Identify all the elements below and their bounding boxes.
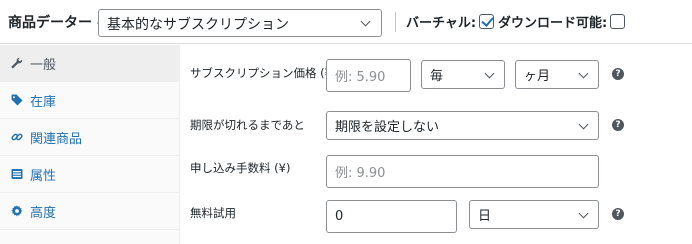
tab-attributes-label: 属性 (30, 168, 57, 184)
general-panel: サブスクリプション価格 (¥) 例: 5.90 毎 ヶ月 ? 期限が切れるまであ… (181, 45, 692, 244)
billing-interval-select[interactable]: 毎 (421, 60, 505, 89)
product-data-title: 商品データー — (8, 15, 111, 31)
product-data-tabs: 一般 在庫 関連商品 属性 高度 (0, 45, 180, 244)
tab-linked-products-label: 関連商品 (30, 131, 83, 147)
tab-attributes[interactable]: 属性 (0, 156, 180, 193)
product-data-header: 商品データー — 基本的なサブスクリプション バーチャル: ダウンロード可能: (0, 0, 692, 44)
free-trial-period-value: 日 (478, 209, 492, 224)
chevron-down-icon (360, 16, 371, 27)
list-icon (10, 167, 24, 181)
chevron-down-icon (578, 68, 589, 79)
expire-select[interactable]: 期限を設定しない (326, 111, 599, 140)
downloadable-option[interactable]: ダウンロード可能: (498, 12, 626, 31)
billing-interval-value: 毎 (430, 69, 444, 84)
virtual-checkbox[interactable] (479, 14, 495, 29)
help-icon[interactable]: ? (612, 208, 624, 220)
virtual-option[interactable]: バーチャル: (406, 12, 495, 31)
product-type-select[interactable]: 基本的なサブスクリプション (98, 9, 382, 37)
tab-general[interactable]: 一般 (0, 45, 180, 82)
free-trial-length-input[interactable]: 0 (326, 200, 457, 233)
help-icon[interactable]: ? (612, 68, 624, 80)
chevron-down-icon (578, 119, 589, 130)
gear-icon (10, 204, 24, 218)
tab-advanced[interactable]: 高度 (0, 193, 180, 230)
help-icon[interactable]: ? (612, 119, 624, 131)
header-divider (395, 12, 396, 32)
tab-general-label: 一般 (30, 57, 57, 73)
tab-advanced-label: 高度 (30, 205, 57, 221)
subscription-price-placeholder: 例: 5.90 (335, 70, 386, 85)
chevron-down-icon (578, 208, 589, 219)
expire-value: 期限を設定しない (335, 120, 440, 135)
free-trial-length-value: 0 (335, 209, 344, 224)
signup-fee-placeholder: 例: 9.90 (335, 166, 386, 181)
subscription-price-input[interactable]: 例: 5.90 (326, 59, 411, 92)
downloadable-label: ダウンロード可能: (498, 16, 608, 31)
tab-partial (0, 230, 180, 244)
billing-period-select[interactable]: ヶ月 (515, 60, 599, 89)
tab-linked-products[interactable]: 関連商品 (0, 119, 180, 156)
signup-fee-label: 申し込み手数料 (¥) (190, 161, 291, 175)
tab-inventory[interactable]: 在庫 (0, 82, 180, 119)
chevron-down-icon (484, 68, 495, 79)
free-trial-label: 無料試用 (190, 206, 236, 220)
virtual-label: バーチャル: (406, 16, 477, 31)
tab-inventory-label: 在庫 (30, 94, 57, 110)
signup-fee-input[interactable]: 例: 9.90 (326, 155, 599, 188)
downloadable-checkbox[interactable] (610, 14, 626, 29)
billing-period-value: ヶ月 (524, 69, 551, 84)
product-type-value: 基本的なサブスクリプション (107, 17, 289, 33)
free-trial-period-select[interactable]: 日 (469, 200, 599, 229)
expire-label: 期限が切れるまであと (190, 118, 305, 132)
link-icon (10, 130, 24, 144)
wrench-icon (10, 56, 24, 70)
tag-icon (10, 93, 24, 107)
subscription-price-label: サブスクリプション価格 (¥) (190, 66, 337, 80)
